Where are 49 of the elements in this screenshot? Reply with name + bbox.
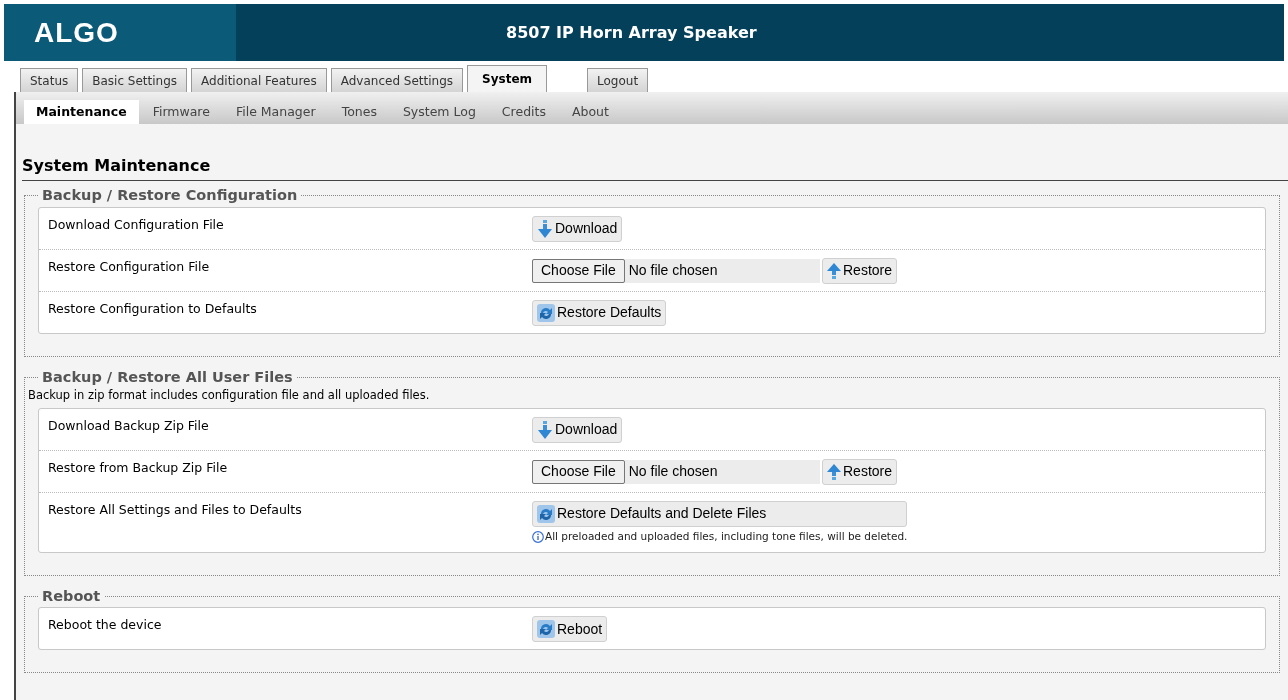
action-button[interactable]: Restore <box>822 257 898 284</box>
section-description: Backup in zip format includes configuration file and all uploaded files. <box>28 386 431 404</box>
file-input-field[interactable]: Choose File No file chosen <box>532 459 820 484</box>
action-button[interactable]: Restore <box>822 458 898 485</box>
warning-note: All preloaded and uploaded files, including tone files, will be deleted. <box>545 528 908 544</box>
subnav-tab[interactable]: File Manager <box>223 100 328 124</box>
subnav-tab[interactable]: Tones <box>329 100 389 124</box>
action-button[interactable]: Download <box>532 215 623 242</box>
choose-file-button[interactable]: Choose File <box>532 258 625 283</box>
nav-tab[interactable]: Basic Settings <box>82 68 188 92</box>
action-button[interactable]: Restore Defaults and Delete Files <box>532 500 908 527</box>
action-button[interactable]: Download <box>532 416 623 443</box>
setting-label: Restore Configuration File <box>48 257 211 276</box>
nav-tab[interactable]: Logout <box>587 68 649 92</box>
subnav-tab[interactable]: Firmware <box>140 100 222 124</box>
setting-label: Download Backup Zip File <box>48 416 210 435</box>
file-input-field[interactable]: Choose File No file chosen <box>532 258 820 283</box>
action-button[interactable]: Restore Defaults <box>532 299 667 326</box>
subnav-tab[interactable]: Maintenance <box>24 100 139 124</box>
upload-arrow-icon <box>827 262 841 279</box>
section-legend: Backup / Restore Configuration <box>38 185 302 207</box>
upload-arrow-icon <box>827 463 841 480</box>
page-title: System Maintenance <box>22 154 1288 181</box>
nav-tab[interactable]: System <box>467 65 548 92</box>
file-status-text: No file chosen <box>628 261 718 281</box>
setting-label: Restore Configuration to Defaults <box>48 299 258 318</box>
setting-label: Restore All Settings and Files to Defaults <box>48 500 303 519</box>
refresh-icon <box>537 303 555 322</box>
nav-tab[interactable]: Advanced Settings <box>330 68 464 92</box>
refresh-icon <box>537 504 555 523</box>
setting-label: Reboot the device <box>48 616 163 635</box>
setting-label: Download Configuration File <box>48 215 225 234</box>
section-legend: Backup / Restore All User Files <box>38 366 297 389</box>
nav-tab[interactable]: Status <box>20 68 79 92</box>
section-legend: Reboot <box>38 585 105 608</box>
choose-file-button[interactable]: Choose File <box>532 459 625 484</box>
subnav-tab[interactable]: System Log <box>390 100 488 124</box>
subnav-tab[interactable]: About <box>559 100 621 124</box>
file-status-text: No file chosen <box>628 462 718 482</box>
page-header-title: 8507 IP Horn Array Speaker <box>506 21 757 44</box>
download-arrow-icon <box>537 420 553 439</box>
info-icon <box>532 530 544 543</box>
setting-label: Restore from Backup Zip File <box>48 458 229 477</box>
refresh-icon <box>537 620 555 639</box>
action-button[interactable]: Reboot <box>532 616 608 643</box>
nav-tab[interactable]: Additional Features <box>191 68 327 92</box>
download-arrow-icon <box>537 219 553 238</box>
logo: ALGO <box>4 4 236 61</box>
subnav-tab[interactable]: Credits <box>489 100 558 124</box>
